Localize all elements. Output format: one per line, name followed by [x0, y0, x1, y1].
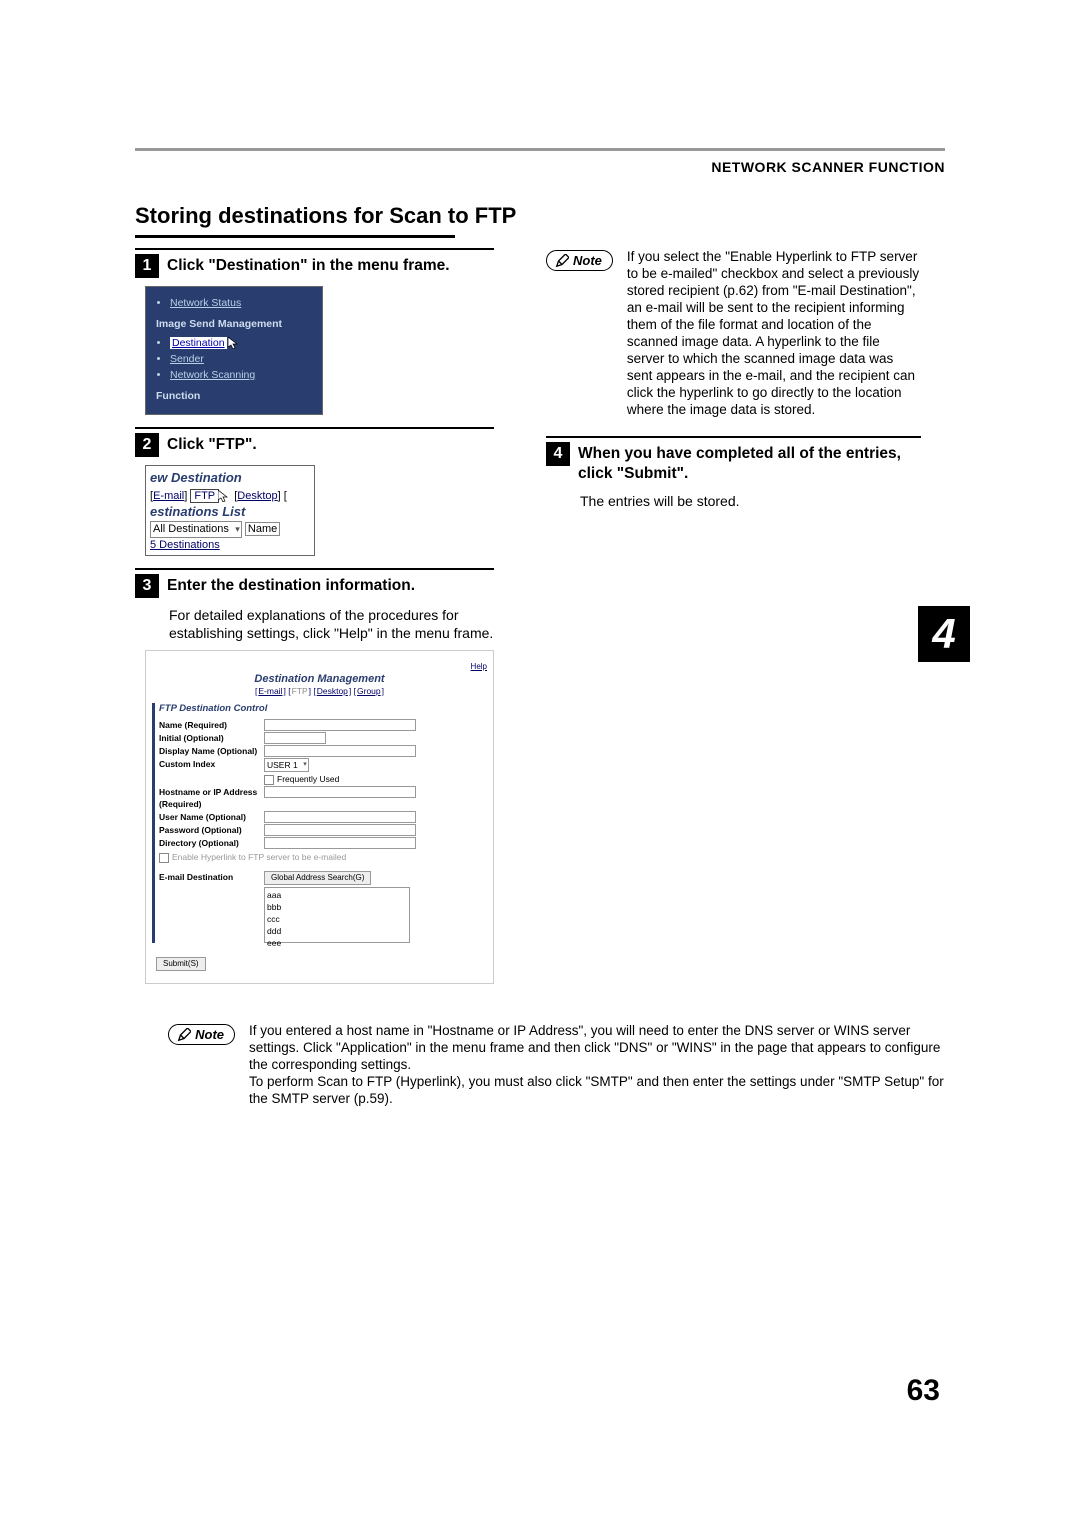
frequently-used-checkbox[interactable]: [264, 775, 274, 785]
list-item[interactable]: aaa: [267, 889, 407, 901]
cursor-icon: [228, 337, 240, 354]
section-title: Storing destinations for Scan to FTP: [135, 203, 945, 229]
step-title: Click "Destination" in the menu frame.: [167, 254, 450, 276]
menu-link-network-scanning[interactable]: Network Scanning: [170, 369, 255, 381]
screenshot-menu-frame: Network Status Image Send Management Des…: [145, 286, 323, 415]
screenshot-destination-tabs: ew Destination [E-mail] FTP [Desktop] [ …: [145, 465, 315, 556]
email-destination-list[interactable]: aaa bbb ccc ddd eee: [264, 887, 410, 943]
username-field[interactable]: [264, 811, 416, 823]
note-badge: Note: [546, 250, 613, 271]
list-item[interactable]: ddd: [267, 925, 407, 937]
step-number: 3: [135, 574, 159, 598]
label-enable-hyperlink: Enable Hyperlink to FTP server to be e-m…: [172, 852, 346, 862]
step-title: Enter the destination information.: [167, 574, 415, 596]
menu-heading: Image Send Management: [156, 317, 316, 332]
step-body: The entries will be stored.: [580, 492, 921, 510]
help-link[interactable]: Help: [152, 661, 487, 673]
form-tab-email[interactable]: E-mail: [258, 686, 282, 696]
pencil-icon: [177, 1028, 191, 1042]
form-tab-desktop[interactable]: Desktop: [317, 686, 348, 696]
chapter-tab: 4: [918, 606, 970, 662]
global-address-search-button[interactable]: Global Address Search(G): [264, 871, 371, 885]
destinations-count: 5 Destinations: [150, 538, 310, 553]
note-badge: Note: [168, 1024, 235, 1045]
note-text: If you entered a host name in "Hostname …: [249, 1022, 945, 1107]
step-title: Click "FTP".: [167, 433, 257, 455]
panel-heading: ew Destination: [150, 470, 310, 485]
tab-desktop[interactable]: Desktop: [237, 490, 277, 502]
label-custom-index: Custom Index: [159, 758, 264, 772]
pencil-icon: [555, 254, 569, 268]
label-password: Password (Optional): [159, 824, 264, 836]
step-number: 4: [546, 442, 570, 466]
tab-ftp[interactable]: FTP: [190, 489, 219, 503]
tab-email[interactable]: E-mail: [153, 490, 184, 502]
menu-heading: Function: [156, 389, 316, 404]
block-title: FTP Destination Control: [159, 703, 487, 715]
menu-link-sender[interactable]: Sender: [170, 353, 204, 365]
page-number: 63: [907, 1374, 940, 1408]
step-number: 2: [135, 433, 159, 457]
label-username: User Name (Optional): [159, 811, 264, 823]
step-number: 1: [135, 254, 159, 278]
label-display: Display Name (Optional): [159, 745, 264, 757]
note-text: If you select the "Enable Hyperlink to F…: [627, 248, 921, 418]
filter-select[interactable]: All Destinations: [150, 521, 242, 538]
name-field[interactable]: [264, 719, 416, 731]
note-label: Note: [573, 253, 602, 268]
cursor-icon: [218, 490, 230, 507]
directory-field[interactable]: [264, 837, 416, 849]
form-tabs: [E-mail] [FTP] [Desktop] [Group]: [152, 685, 487, 697]
submit-button[interactable]: Submit(S): [156, 957, 206, 971]
list-item[interactable]: eee: [267, 937, 407, 949]
list-item[interactable]: ccc: [267, 913, 407, 925]
hostname-field[interactable]: [264, 786, 416, 798]
step-body: For detailed explanations of the procedu…: [169, 606, 494, 642]
form-title: Destination Management: [152, 673, 487, 685]
label-initial: Initial (Optional): [159, 732, 264, 744]
note-label: Note: [195, 1027, 224, 1042]
menu-link[interactable]: Network Status: [170, 297, 241, 309]
form-tab-ftp[interactable]: FTP: [292, 686, 308, 696]
label-name: Name (Required): [159, 719, 264, 731]
step-title: When you have completed all of the entri…: [578, 442, 921, 484]
label-hostname: Hostname or IP Address (Required): [159, 786, 264, 810]
screenshot-destination-form: Help Destination Management [E-mail] [FT…: [145, 650, 494, 984]
label-directory: Directory (Optional): [159, 837, 264, 849]
list-item[interactable]: bbb: [267, 901, 407, 913]
column-name: Name: [245, 522, 280, 536]
password-field[interactable]: [264, 824, 416, 836]
custom-index-select[interactable]: USER 1: [264, 758, 309, 772]
enable-hyperlink-checkbox[interactable]: [159, 853, 169, 863]
form-tab-group[interactable]: Group: [357, 686, 381, 696]
display-name-field[interactable]: [264, 745, 416, 757]
label-frequently-used: Frequently Used: [277, 774, 339, 784]
initial-field[interactable]: [264, 732, 326, 744]
header-section: NETWORK SCANNER FUNCTION: [135, 159, 945, 175]
menu-link-destination[interactable]: Destination: [170, 337, 227, 349]
label-email-destination: E-mail Destination: [159, 871, 264, 943]
